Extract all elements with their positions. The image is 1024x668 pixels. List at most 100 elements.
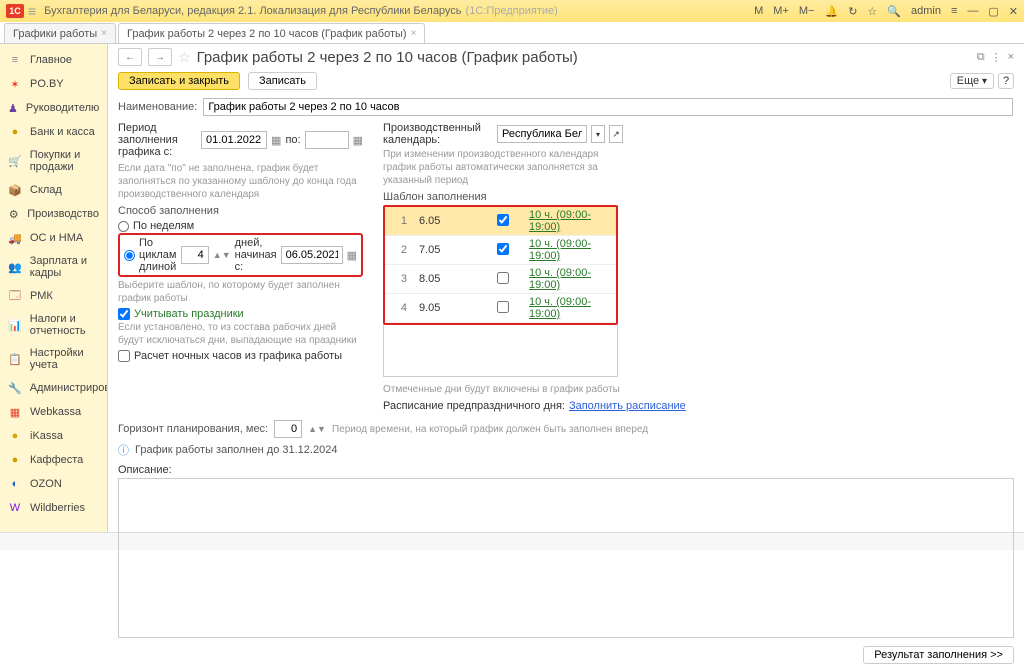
tab-label: График работы 2 через 2 по 10 часов (Гра… — [127, 28, 407, 40]
template-row[interactable]: 27.05 10 ч. (09:00-19:00) — [385, 236, 616, 265]
sidebar-item[interactable]: 🔧Администрирование — [0, 376, 107, 400]
row-check[interactable] — [497, 301, 509, 313]
more-button[interactable]: Еще ▾ — [950, 73, 994, 89]
sidebar-item[interactable]: ≡Главное — [0, 48, 107, 72]
maximize-icon[interactable]: ▢ — [988, 5, 998, 18]
radio-by-cycles[interactable] — [124, 250, 135, 261]
row-time-link[interactable]: 10 ч. (09:00-19:00) — [529, 238, 591, 262]
sidebar-icon: ♟ — [8, 101, 18, 115]
document-tabs: Графики работы × График работы 2 через 2… — [0, 22, 1024, 44]
sidebar-item[interactable]: ▦Webkassa — [0, 400, 107, 424]
calendar-icon[interactable]: ▦ — [271, 134, 281, 147]
save-button[interactable]: Записать — [248, 72, 317, 90]
period-from-input[interactable] — [201, 131, 267, 149]
calendar-icon[interactable]: ▦ — [353, 134, 363, 147]
mem-m[interactable]: M — [754, 5, 763, 17]
close-icon[interactable]: ✕ — [1009, 5, 1018, 18]
checkbox-holidays[interactable] — [118, 308, 130, 320]
row-check[interactable] — [497, 243, 509, 255]
user-label[interactable]: admin — [911, 5, 941, 17]
row-time-link[interactable]: 10 ч. (09:00-19:00) — [529, 296, 591, 320]
preholiday-link[interactable]: Заполнить расписание — [569, 400, 686, 412]
open-icon[interactable]: ↗ — [609, 125, 623, 143]
calendar-input[interactable] — [497, 125, 587, 143]
sidebar-icon: 🗔 — [8, 289, 22, 303]
description-input[interactable] — [118, 478, 1014, 638]
nav-back-button[interactable]: ← — [118, 48, 142, 66]
horizon-input[interactable] — [274, 420, 302, 438]
sidebar-item[interactable]: 📊Налоги и отчетность — [0, 308, 107, 342]
sidebar-label: Wildberries — [30, 502, 85, 514]
star-icon[interactable]: ☆ — [867, 5, 877, 18]
sidebar-item[interactable]: 👥Зарплата и кадры — [0, 250, 107, 284]
row-time-link[interactable]: 10 ч. (09:00-19:00) — [529, 209, 591, 233]
kebab-icon[interactable]: ⋮ — [991, 51, 1002, 64]
row-num: 3 — [385, 265, 413, 294]
cycle-start-input[interactable] — [281, 246, 343, 264]
sidebar-item[interactable]: 🚚ОС и НМА — [0, 226, 107, 250]
search-icon[interactable]: 🔍 — [887, 5, 901, 18]
sidebar-label: Каффеста — [30, 454, 83, 466]
template-row[interactable]: 49.0510 ч. (09:00-19:00) — [385, 294, 616, 323]
sidebar-item[interactable]: ● Каффеста — [0, 448, 107, 472]
template-table-blank — [383, 325, 618, 377]
app-title: Бухгалтерия для Беларуси, редакция 2.1. … — [44, 5, 461, 17]
radio-by-weeks[interactable] — [118, 221, 129, 232]
cycle-length-input[interactable] — [181, 246, 209, 264]
favorite-icon[interactable]: ☆ — [178, 49, 191, 66]
minimize-icon[interactable]: — — [967, 5, 978, 17]
template-row[interactable]: 16.0510 ч. (09:00-19:00) — [385, 207, 616, 236]
sidebar-icon: ◐ — [8, 477, 22, 491]
open-window-icon[interactable]: ⧉ — [977, 51, 985, 64]
sidebar-item[interactable]: ✶PO.BY — [0, 72, 107, 96]
sidebar-item[interactable]: ◐OZON — [0, 472, 107, 496]
name-label: Наименование: — [118, 101, 197, 113]
sidebar-label: Руководителю — [26, 102, 99, 114]
sidebar-icon: ⚙ — [8, 207, 19, 221]
sidebar-item[interactable]: 🗔РМК — [0, 284, 107, 308]
sidebar: ≡Главное✶PO.BY ♟ Руководителю ●Банк и касса… — [0, 44, 108, 532]
nav-forward-button[interactable]: → — [148, 48, 172, 66]
row-check[interactable] — [497, 272, 509, 284]
sidebar-item[interactable]: WWildberries — [0, 496, 107, 520]
sidebar-item[interactable]: 🛒Покупки и продажи — [0, 144, 107, 178]
checkbox-holidays-label: Учитывать праздники — [134, 308, 244, 320]
row-time-link[interactable]: 10 ч. (09:00-19:00) — [529, 267, 591, 291]
mem-mplus[interactable]: M+ — [773, 5, 789, 17]
save-close-button[interactable]: Записать и закрыть — [118, 72, 240, 90]
sidebar-item[interactable]: 📦Склад — [0, 178, 107, 202]
row-check[interactable] — [497, 214, 509, 226]
row-date: 6.05 — [413, 207, 483, 236]
tab-close-icon[interactable]: × — [101, 28, 107, 39]
sidebar-item[interactable]: ⚙Производство — [0, 202, 107, 226]
bell-icon[interactable]: 🔔 — [824, 5, 838, 18]
dropdown-icon[interactable]: ▾ — [591, 125, 605, 143]
row-num: 2 — [385, 236, 413, 265]
checkbox-night[interactable] — [118, 350, 130, 362]
sidebar-label: Webkassa — [30, 406, 81, 418]
calendar-note: При изменении производственного календар… — [383, 148, 603, 187]
template-row[interactable]: 38.0510 ч. (09:00-19:00) — [385, 265, 616, 294]
calendar-icon[interactable]: ▦ — [347, 249, 357, 262]
tab-close-icon[interactable]: × — [411, 28, 417, 39]
sidebar-icon: ● — [8, 453, 22, 467]
name-input[interactable] — [203, 98, 1013, 116]
burger-icon[interactable]: ≡ — [28, 3, 36, 19]
sidebar-item[interactable]: ●iKassa — [0, 424, 107, 448]
close-page-icon[interactable]: × — [1008, 51, 1014, 64]
settings-icon[interactable]: ≡ — [951, 5, 957, 17]
tab-graph-detail[interactable]: График работы 2 через 2 по 10 часов (Гра… — [118, 23, 425, 43]
row-num: 4 — [385, 294, 413, 323]
sidebar-label: Налоги и отчетность — [30, 313, 99, 337]
history-icon[interactable]: ↻ — [848, 5, 857, 18]
tab-graphs[interactable]: Графики работы × — [4, 23, 116, 43]
help-button[interactable]: ? — [998, 73, 1014, 89]
sidebar-item[interactable]: ●Банк и касса — [0, 120, 107, 144]
sidebar-item[interactable]: 📋Настройки учета — [0, 342, 107, 376]
mem-mminus[interactable]: M− — [799, 5, 815, 17]
sidebar-item[interactable]: ♟ Руководителю — [0, 96, 107, 120]
period-to-input[interactable] — [305, 131, 349, 149]
result-button[interactable]: Результат заполнения >> — [863, 646, 1014, 664]
row-date: 7.05 — [413, 236, 483, 265]
sidebar-label: Склад — [30, 184, 62, 196]
